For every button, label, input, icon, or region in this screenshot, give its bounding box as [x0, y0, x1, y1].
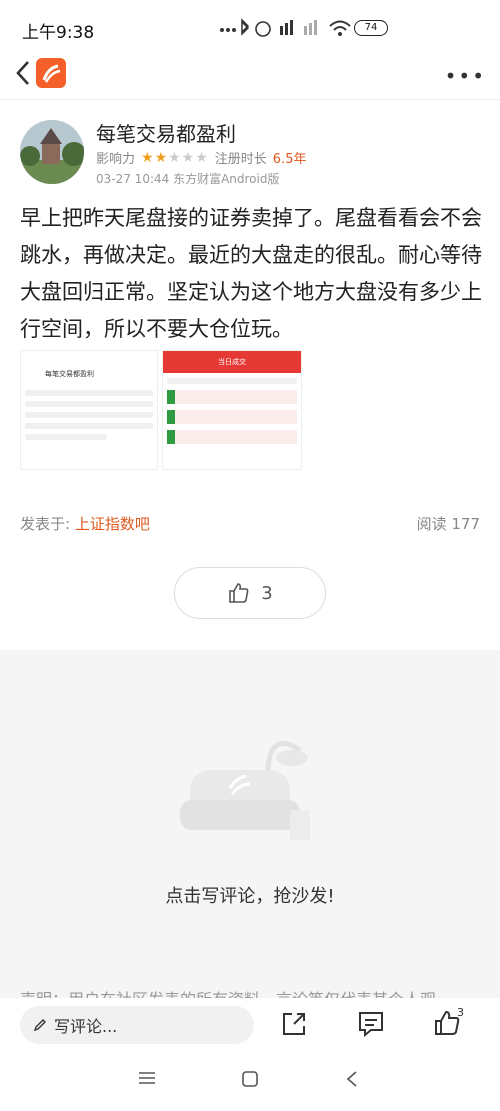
share-icon[interactable] [280, 1010, 308, 1038]
like-count: 3 [261, 582, 273, 604]
author-meta: 影响力 ★★★★★ 注册时长 6.5年 [96, 148, 307, 168]
divider [0, 99, 500, 100]
sofa-illustration [180, 740, 310, 840]
post-image-1[interactable]: 每笔交易都盈利 [20, 350, 158, 470]
more-icon[interactable]: ••• [445, 64, 486, 88]
comment-icon[interactable] [357, 1010, 385, 1038]
read-count: 阅读 177 [416, 515, 480, 533]
register-label: 注册时长 [214, 152, 267, 167]
bottom-bar: 写评论... 3 [0, 998, 500, 1054]
app-logo-icon [36, 58, 66, 88]
avatar[interactable] [20, 120, 84, 184]
status-time: 上午9:38 [22, 23, 95, 43]
register-years: 6.5年 [272, 152, 307, 167]
like-button[interactable]: 3 [174, 567, 326, 619]
home-icon[interactable] [241, 1070, 259, 1088]
comments-section: 点击写评论，抢沙发! [0, 650, 500, 1000]
shot1-title: 每笔交易都盈利 [45, 370, 94, 378]
status-icons [220, 18, 351, 37]
system-nav [0, 1054, 500, 1111]
shot1-header [21, 351, 157, 363]
shot2-title: 当日成交 [163, 351, 301, 373]
pen-icon [33, 1019, 46, 1032]
author-name[interactable]: 每笔交易都盈利 [96, 118, 236, 147]
post-image-2[interactable]: 当日成交 [162, 350, 302, 470]
empty-comments-text[interactable]: 点击写评论，抢沙发! [0, 882, 500, 908]
back-nav-icon[interactable] [345, 1070, 359, 1088]
bar-like-count: 3 [457, 1006, 464, 1019]
post-body: 早上把昨天尾盘接的证券卖掉了。尾盘看看会不会跳水，再做决定。最近的大盘走的很乱。… [20, 206, 482, 341]
top-nav: ••• [0, 50, 500, 98]
post-time: 03-27 10:44 东方财富Android版 [96, 172, 280, 186]
back-icon[interactable] [12, 58, 34, 88]
comment-input[interactable]: 写评论... [20, 1006, 254, 1044]
rating-stars: ★★★★★ [141, 149, 209, 166]
posted-in-label: 发表于: [20, 515, 71, 533]
forum-link[interactable]: 上证指数吧 [75, 515, 150, 533]
menu-icon[interactable] [138, 1070, 156, 1086]
posted-in: 发表于: 上证指数吧 [20, 513, 150, 534]
thumbs-up-icon [229, 583, 249, 603]
influence-label: 影响力 [96, 152, 136, 167]
comment-placeholder: 写评论... [54, 1017, 118, 1036]
